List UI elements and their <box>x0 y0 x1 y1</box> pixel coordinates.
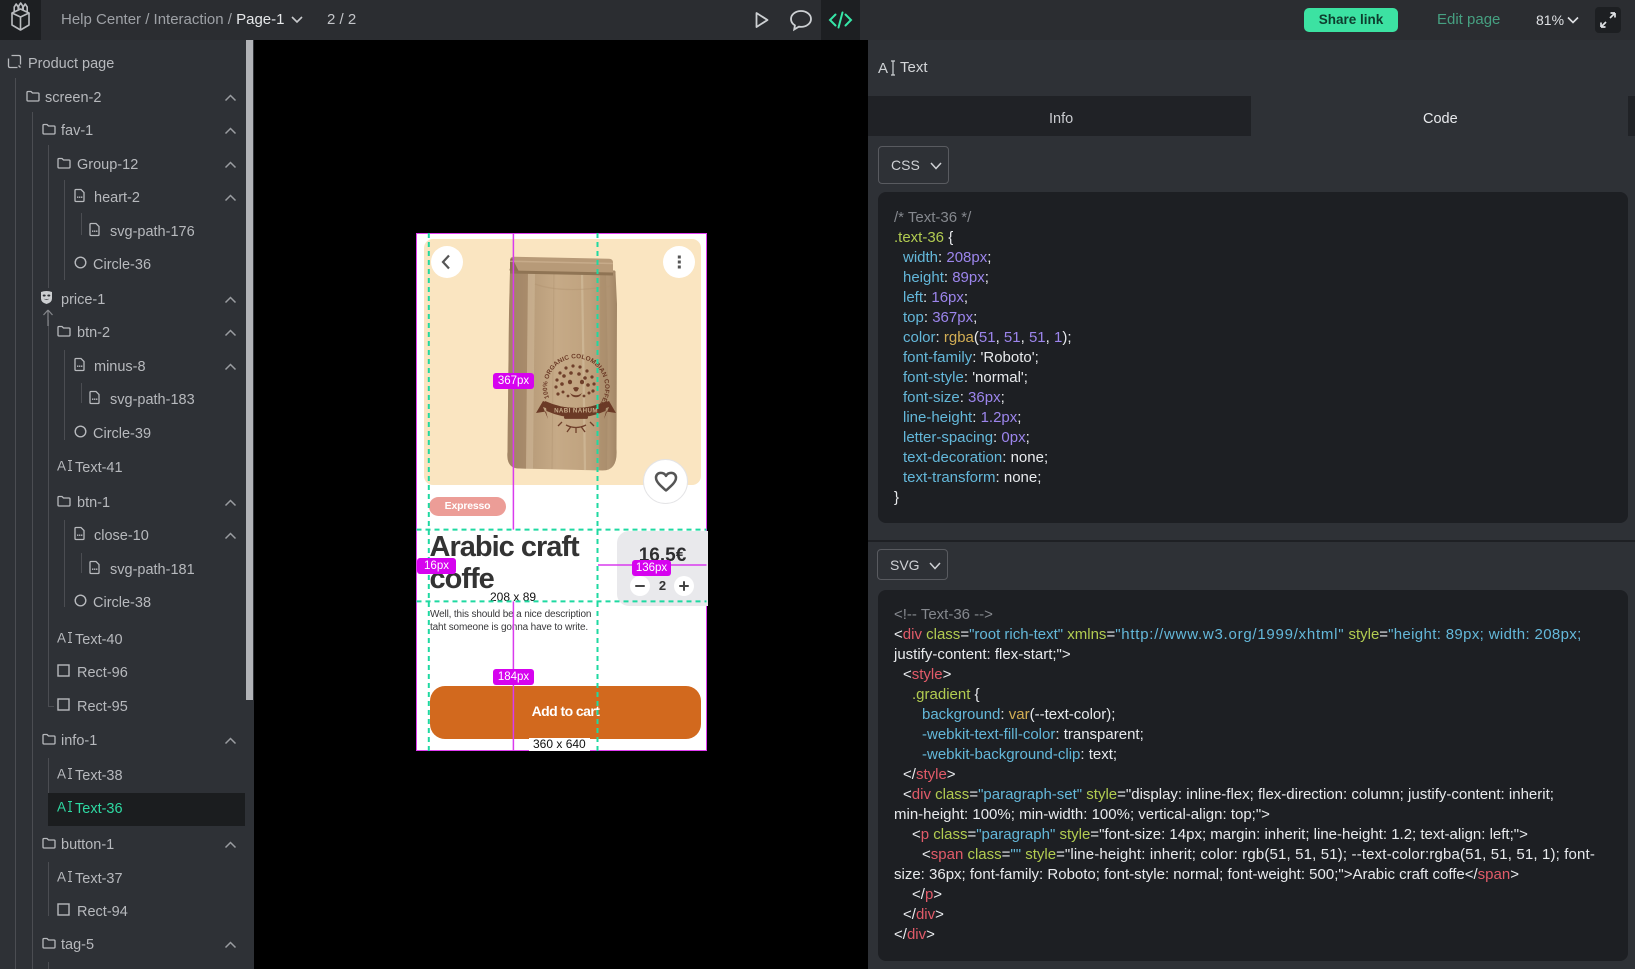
svg-text:A: A <box>57 800 66 814</box>
svg-text:A: A <box>57 631 66 645</box>
svg-text:A: A <box>57 459 66 473</box>
svg-text:A: A <box>57 767 66 781</box>
svg-text:A: A <box>57 870 66 884</box>
svg-text:A: A <box>878 60 888 77</box>
